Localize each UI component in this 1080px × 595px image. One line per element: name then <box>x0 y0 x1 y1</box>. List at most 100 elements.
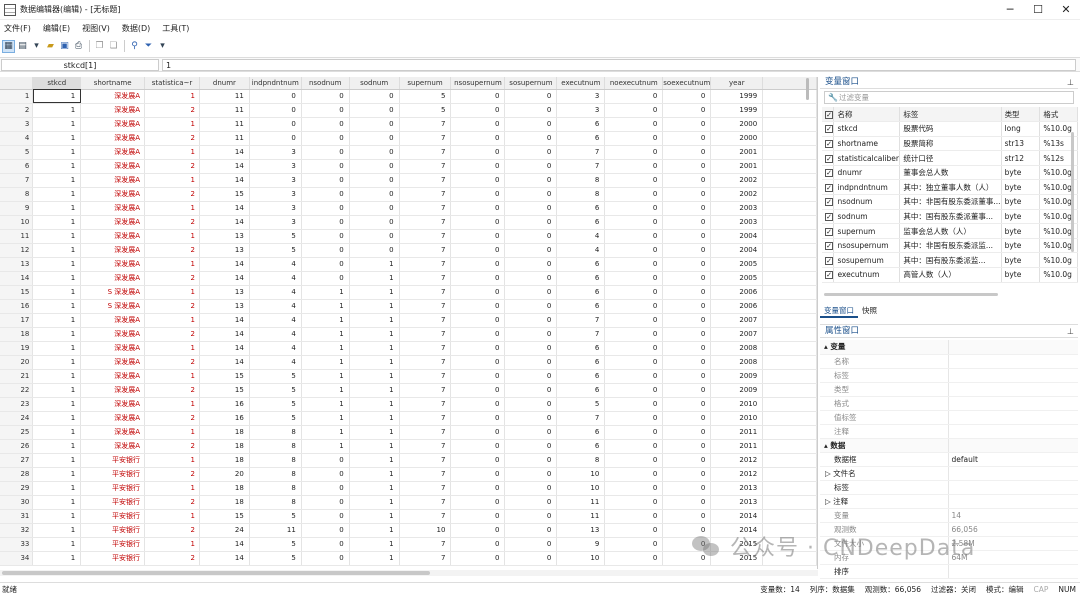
grid-cell[interactable]: 0 <box>301 481 350 496</box>
column-header-name[interactable]: 名称 <box>833 107 901 123</box>
row-number[interactable]: 33 <box>0 537 34 552</box>
grid-cell[interactable]: 1 <box>301 439 350 454</box>
grid-cell[interactable]: 0 <box>504 131 558 146</box>
grid-cell[interactable]: 0 <box>604 411 664 426</box>
row-number[interactable]: 15 <box>0 285 34 300</box>
row-number[interactable]: 29 <box>0 481 34 496</box>
grid-cell[interactable]: 0 <box>349 187 400 202</box>
grid-cell[interactable]: 2011 <box>710 425 764 440</box>
grid-cell[interactable]: 1 <box>32 355 82 370</box>
variable-checkbox[interactable]: ✓ <box>822 150 835 166</box>
grid-cell[interactable]: 0 <box>604 439 664 454</box>
grid-cell[interactable]: 4 <box>556 229 606 244</box>
row-number[interactable]: 2 <box>0 103 34 118</box>
grid-cell[interactable]: 7 <box>399 257 452 272</box>
property-row[interactable]: ▴ 变量 <box>820 340 1078 355</box>
grid-cell[interactable]: 0 <box>349 159 400 174</box>
grid-cell[interactable]: 0 <box>604 173 664 188</box>
variable-row[interactable]: ✓ shortname 股票简称 str13 %13s <box>822 136 1078 152</box>
grid-cell[interactable]: 1 <box>32 173 82 188</box>
grid-cell[interactable]: 0 <box>450 425 506 440</box>
grid-cell[interactable]: 2 <box>144 327 200 342</box>
grid-cell[interactable]: 深发展A <box>80 173 146 188</box>
empty-cell[interactable] <box>762 173 817 188</box>
grid-cell[interactable]: 0 <box>504 215 558 230</box>
pin-icon[interactable]: ⊥ <box>1067 325 1074 338</box>
grid-cell[interactable]: 0 <box>450 285 506 300</box>
grid-cell[interactable]: 8 <box>556 187 606 202</box>
row-number[interactable]: 34 <box>0 551 34 566</box>
grid-cell[interactable]: 1 <box>144 537 200 552</box>
grid-cell[interactable]: 深发展A <box>80 425 146 440</box>
grid-cell[interactable]: 6 <box>556 201 606 216</box>
grid-cell[interactable]: 深发展A <box>80 383 146 398</box>
grid-cell[interactable]: 2006 <box>710 299 764 314</box>
grid-cell[interactable]: 7 <box>399 355 452 370</box>
grid-cell[interactable]: 0 <box>450 411 506 426</box>
grid-cell[interactable]: 1 <box>32 159 82 174</box>
grid-cell[interactable]: 0 <box>604 257 664 272</box>
grid-cell[interactable]: 深发展A <box>80 103 146 118</box>
grid-cell[interactable]: 1 <box>349 453 400 468</box>
grid-cell[interactable]: 1 <box>349 467 400 482</box>
grid-cell[interactable]: 1 <box>349 257 400 272</box>
column-header[interactable]: indpndntnum <box>249 77 302 90</box>
empty-cell[interactable] <box>762 271 817 286</box>
column-header[interactable]: stkcd <box>32 77 82 90</box>
grid-cell[interactable]: 0 <box>504 159 558 174</box>
empty-cell[interactable] <box>762 229 817 244</box>
grid-cell[interactable]: 1 <box>32 229 82 244</box>
grid-cell[interactable]: 5 <box>249 551 302 566</box>
grid-cell[interactable]: 1 <box>32 551 82 566</box>
grid-cell[interactable]: 0 <box>349 201 400 216</box>
grid-cell[interactable]: 13 <box>556 523 606 538</box>
grid-cell[interactable]: 2 <box>144 103 200 118</box>
grid-cell[interactable]: S 深发展A <box>80 299 146 314</box>
grid-cell[interactable]: 0 <box>450 89 506 104</box>
grid-cell[interactable]: 0 <box>504 341 558 356</box>
grid-cell[interactable]: 0 <box>450 131 506 146</box>
grid-cell[interactable]: 3 <box>249 145 302 160</box>
grid-cell[interactable]: 0 <box>504 369 558 384</box>
grid-cell[interactable]: 1 <box>349 313 400 328</box>
checkbox-checked-icon[interactable]: ✓ <box>825 183 833 192</box>
grid-cell[interactable]: 4 <box>249 271 302 286</box>
checkbox-checked-icon[interactable]: ✓ <box>825 271 833 280</box>
grid-cell[interactable]: 7 <box>399 215 452 230</box>
grid-cell[interactable]: 1 <box>32 369 82 384</box>
grid-cell[interactable]: 0 <box>504 257 558 272</box>
grid-cell[interactable]: 7 <box>399 411 452 426</box>
column-header[interactable]: noexecutnum <box>604 77 664 90</box>
grid-cell[interactable]: 0 <box>450 551 506 566</box>
grid-cell[interactable]: 7 <box>399 509 452 524</box>
grid-cell[interactable]: 7 <box>399 187 452 202</box>
grid-cell[interactable]: 深发展A <box>80 229 146 244</box>
grid-cell[interactable]: 2006 <box>710 285 764 300</box>
checkbox-checked-icon[interactable]: ✓ <box>825 227 833 236</box>
grid-cell[interactable]: 5 <box>399 103 452 118</box>
grid-cell[interactable]: 10 <box>556 551 606 566</box>
grid-cell[interactable]: 0 <box>504 285 558 300</box>
grid-cell[interactable]: 16 <box>199 397 250 412</box>
checkbox-checked-icon[interactable]: ✓ <box>825 242 833 251</box>
grid-cell[interactable]: 平安银行 <box>80 537 146 552</box>
variable-row[interactable]: ✓ supernum 监事会总人数（人） byte %10.0g <box>822 223 1078 239</box>
row-number[interactable]: 18 <box>0 327 34 342</box>
grid-cell[interactable]: 1 <box>32 327 82 342</box>
grid-cell[interactable]: 深发展A <box>80 439 146 454</box>
grid-cell[interactable]: 0 <box>504 313 558 328</box>
grid-cell[interactable]: 深发展A <box>80 341 146 356</box>
grid-cell[interactable]: 1 <box>349 285 400 300</box>
grid-cell[interactable]: 3 <box>556 89 606 104</box>
grid-cell[interactable]: 7 <box>399 425 452 440</box>
grid-cell[interactable]: 6 <box>556 285 606 300</box>
grid-cell[interactable]: 0 <box>450 159 506 174</box>
grid-cell[interactable]: 0 <box>604 89 664 104</box>
search-icon[interactable]: ⚲ <box>128 40 141 53</box>
grid-cell[interactable]: 0 <box>662 299 712 314</box>
grid-cell[interactable]: 1 <box>144 229 200 244</box>
grid-cell[interactable]: 18 <box>199 453 250 468</box>
grid-cell[interactable]: 6 <box>556 299 606 314</box>
grid-cell[interactable]: 0 <box>450 299 506 314</box>
grid-cell[interactable]: 1 <box>32 271 82 286</box>
